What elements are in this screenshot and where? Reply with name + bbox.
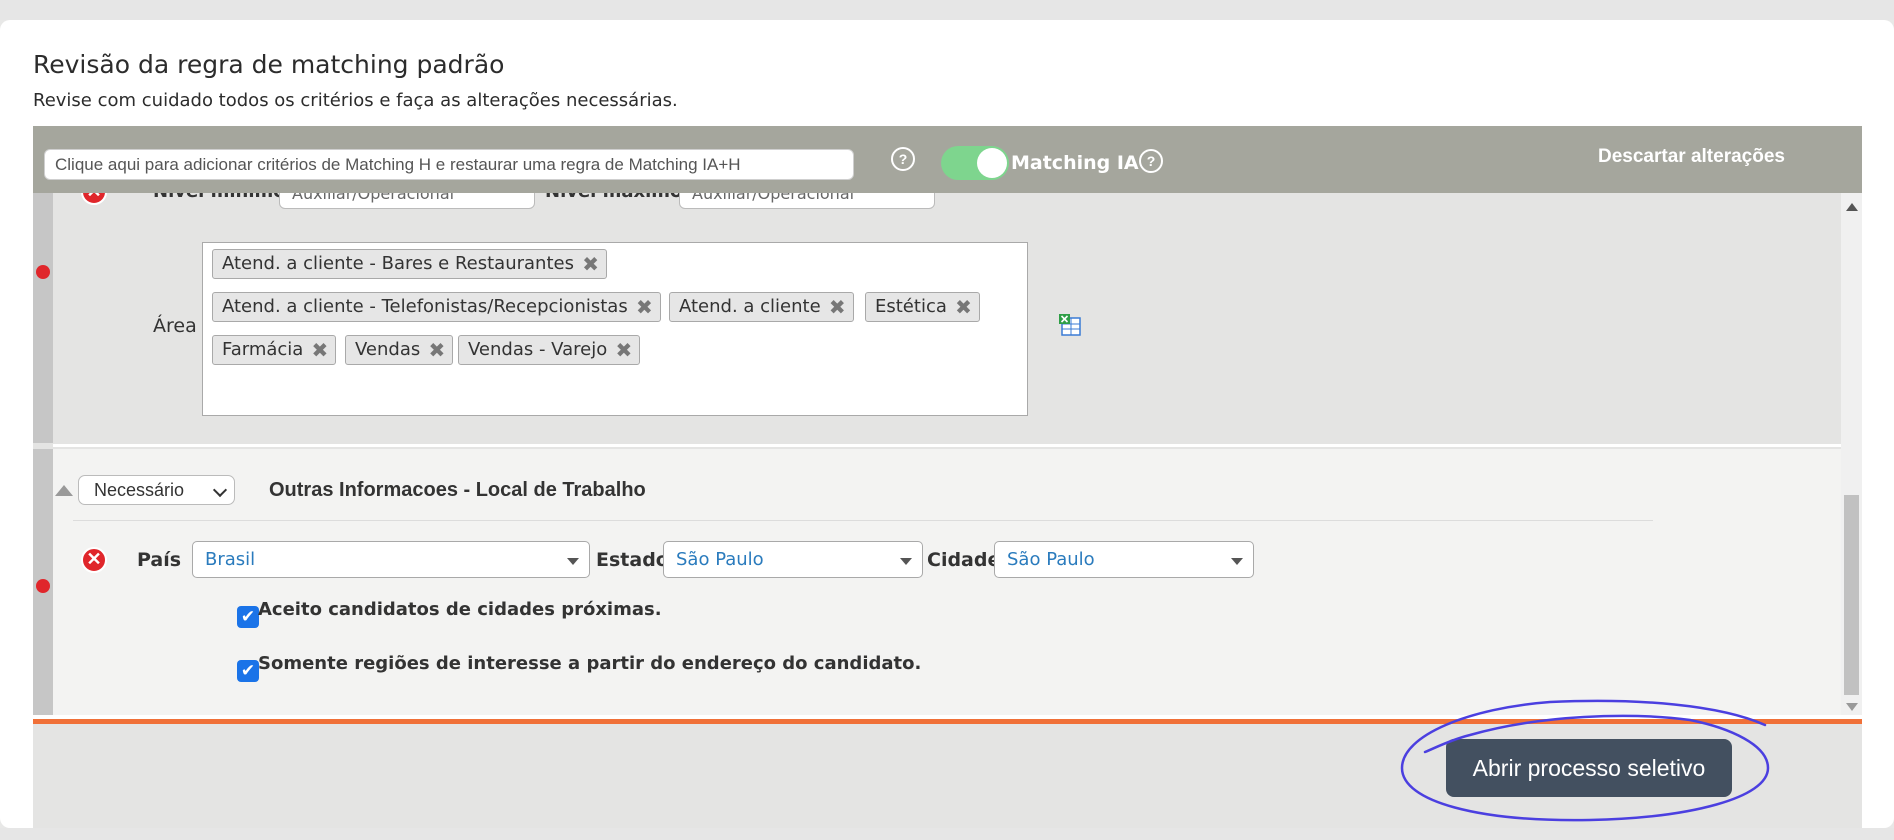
- estado-value: São Paulo: [676, 549, 764, 570]
- section-separator: [73, 520, 1653, 521]
- area-tag-input[interactable]: Atend. a cliente - Bares e Restaurantes ✖…: [202, 242, 1028, 416]
- tag-remove-icon[interactable]: ✖: [636, 293, 653, 321]
- area-tag: Farmácia ✖: [212, 335, 337, 365]
- tag-label: Atend. a cliente - Telefonistas/Recepcio…: [222, 296, 628, 317]
- remove-criteria-icon[interactable]: ✕: [81, 193, 107, 205]
- tag-remove-icon[interactable]: ✖: [582, 250, 599, 278]
- nivel-minimo-label: Nível mínimo: [153, 193, 286, 202]
- nivel-maximo-select[interactable]: Auxiliar/Operacional: [679, 193, 935, 209]
- area-tag: Vendas - Varejo ✖: [458, 335, 641, 365]
- requirement-value: Necessário: [94, 480, 185, 500]
- nivel-minimo-select[interactable]: Auxiliar/Operacional: [279, 193, 535, 209]
- area-tag: Estética ✖: [865, 292, 980, 322]
- matching-ia-label: Matching IA: [1011, 152, 1139, 174]
- scroll-down-arrow-icon[interactable]: [1846, 703, 1858, 711]
- top-strip: [0, 0, 1894, 20]
- matching-ia-toggle[interactable]: [941, 146, 1009, 180]
- collapse-arrow-icon[interactable]: [55, 485, 73, 496]
- dropdown-arrow-icon: [900, 558, 912, 565]
- pais-value: Brasil: [205, 549, 256, 570]
- criteria-list[interactable]: ✕ Nível mínimo Auxiliar/Operacional Níve…: [33, 193, 1862, 715]
- tag-label: Farmácia: [222, 339, 304, 360]
- criteria-block-area: ✕ Nível mínimo Auxiliar/Operacional Níve…: [33, 193, 1841, 443]
- tag-label: Estética: [875, 296, 947, 317]
- scroll-thumb[interactable]: [1844, 495, 1859, 695]
- discard-changes-link[interactable]: Descartar alterações: [1598, 146, 1785, 168]
- block-left-bar: [33, 193, 53, 443]
- excel-import-icon[interactable]: [1058, 313, 1082, 337]
- status-dot: [36, 265, 50, 279]
- regions-interest-label: Somente regiões de interesse a partir do…: [258, 653, 922, 674]
- cidade-label: Cidade: [927, 549, 1001, 571]
- criteria-toolbar: ? Matching IA ? Descartar alterações: [33, 126, 1862, 193]
- cidade-value: São Paulo: [1007, 549, 1095, 570]
- block-divider: [53, 444, 1841, 447]
- remove-criteria-icon[interactable]: ✕: [81, 547, 107, 573]
- dropdown-arrow-icon: [567, 558, 579, 565]
- vertical-scrollbar[interactable]: [1841, 193, 1862, 715]
- tag-remove-icon[interactable]: ✖: [615, 336, 632, 364]
- nivel-maximo-label: Nível máximo: [545, 193, 682, 202]
- page-title: Revisão da regra de matching padrão: [33, 50, 505, 79]
- pais-label: País: [137, 549, 182, 571]
- area-tag: Atend. a cliente - Bares e Restaurantes ✖: [212, 249, 607, 279]
- area-tag: Atend. a cliente - Telefonistas/Recepcio…: [212, 292, 661, 322]
- tag-remove-icon[interactable]: ✖: [312, 336, 329, 364]
- area-label: Área: [153, 315, 197, 337]
- tag-label: Vendas: [355, 339, 421, 360]
- tag-label: Vendas - Varejo: [468, 339, 608, 360]
- status-dot: [36, 579, 50, 593]
- estado-label: Estado: [596, 549, 669, 571]
- requirement-select[interactable]: Necessário: [78, 475, 235, 505]
- nearby-cities-checkbox[interactable]: ✔: [237, 606, 259, 628]
- toggle-knob: [977, 148, 1007, 178]
- chevron-down-icon: [212, 482, 228, 498]
- section-title: Outras Informacoes - Local de Trabalho: [269, 479, 646, 501]
- area-tag: Vendas ✖: [345, 335, 454, 365]
- tag-remove-icon[interactable]: ✖: [829, 293, 846, 321]
- tag-label: Atend. a cliente: [679, 296, 821, 317]
- tag-label: Atend. a cliente - Bares e Restaurantes: [222, 253, 574, 274]
- tag-remove-icon[interactable]: ✖: [428, 336, 445, 364]
- scroll-up-arrow-icon[interactable]: [1846, 203, 1858, 211]
- annotation-circle: [1400, 699, 1770, 822]
- nearby-cities-label: Aceito candidatos de cidades próximas.: [258, 599, 662, 620]
- criteria-search-input[interactable]: [44, 149, 854, 180]
- area-tag: Atend. a cliente ✖: [669, 292, 854, 322]
- bottom-strip: [0, 828, 1894, 840]
- matching-ia-help-icon[interactable]: ?: [1139, 149, 1163, 173]
- dropdown-arrow-icon: [1231, 558, 1243, 565]
- tag-remove-icon[interactable]: ✖: [955, 293, 972, 321]
- criteria-block-local: Necessário Outras Informacoes - Local de…: [53, 449, 1841, 715]
- search-help-icon[interactable]: ?: [891, 147, 915, 171]
- estado-select[interactable]: São Paulo: [663, 541, 923, 578]
- pais-select[interactable]: Brasil: [192, 541, 590, 578]
- page-subtitle: Revise com cuidado todos os critérios e …: [33, 90, 678, 111]
- regions-interest-checkbox[interactable]: ✔: [237, 660, 259, 682]
- cidade-select[interactable]: São Paulo: [994, 541, 1254, 578]
